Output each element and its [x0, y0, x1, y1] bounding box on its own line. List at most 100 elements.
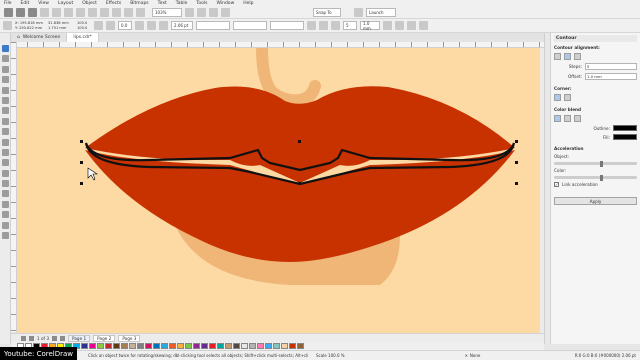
- palette-swatch[interactable]: [289, 343, 296, 349]
- x-position-field[interactable]: X: 195.818 mm: [15, 21, 45, 25]
- freehand-tool-icon[interactable]: [1, 86, 9, 94]
- artistic-media-tool-icon[interactable]: [1, 96, 9, 104]
- rectangle-tool-icon[interactable]: [1, 107, 9, 115]
- copy-contour-icon[interactable]: [407, 21, 416, 30]
- menu-item-bitmaps[interactable]: Bitmaps: [130, 1, 148, 6]
- contour-inside-icon[interactable]: [319, 21, 328, 30]
- contour-corners-icon[interactable]: [383, 21, 392, 30]
- fill-icon[interactable]: [1, 232, 9, 240]
- first-page-icon[interactable]: [21, 335, 26, 341]
- polygon-tool-icon[interactable]: [1, 128, 9, 136]
- drawing-canvas[interactable]: [17, 48, 540, 333]
- zoom-level-select[interactable]: 103%: [152, 8, 182, 17]
- save-icon[interactable]: [28, 8, 37, 17]
- palette-swatch[interactable]: [201, 343, 208, 349]
- mirror-horizontal-icon[interactable]: [135, 21, 144, 30]
- palette-swatch[interactable]: [177, 343, 184, 349]
- link-acceleration-checkbox[interactable]: ✓: [554, 182, 559, 187]
- inside-contour-icon[interactable]: [564, 53, 571, 60]
- line-start-select[interactable]: [196, 21, 230, 30]
- palette-swatch[interactable]: [105, 343, 112, 349]
- open-icon[interactable]: [16, 8, 25, 17]
- to-center-icon[interactable]: [554, 53, 561, 60]
- text-tool-icon[interactable]: [1, 138, 9, 146]
- tab-document[interactable]: lips.cdr*: [67, 33, 99, 42]
- menu-item-tools[interactable]: Tools: [196, 1, 207, 6]
- palette-swatch[interactable]: [137, 343, 144, 349]
- menu-item-text[interactable]: Text: [158, 1, 167, 6]
- clear-contour-icon[interactable]: [419, 21, 428, 30]
- palette-swatch[interactable]: [169, 343, 176, 349]
- outline-width-field[interactable]: 2.06 pt: [171, 21, 193, 30]
- lock-ratio-icon[interactable]: [94, 21, 103, 30]
- fill-color-picker[interactable]: [613, 134, 637, 140]
- publish-pdf-icon[interactable]: [136, 8, 145, 17]
- mitered-corner-icon[interactable]: [554, 94, 561, 101]
- page-tab-1[interactable]: Page 1: [68, 334, 91, 342]
- palette-swatch[interactable]: [97, 343, 104, 349]
- rotation-angle-field[interactable]: 0.0: [118, 21, 132, 30]
- palette-swatch[interactable]: [233, 343, 240, 349]
- next-page-icon[interactable]: [52, 335, 58, 341]
- full-screen-icon[interactable]: [185, 8, 194, 17]
- launch-select[interactable]: Launch: [366, 8, 396, 17]
- menu-item-window[interactable]: Window: [217, 1, 235, 6]
- guidelines-icon[interactable]: [221, 8, 230, 17]
- object-acceleration-knob[interactable]: [599, 160, 603, 167]
- shape-tool-icon[interactable]: [1, 55, 9, 63]
- counterclockwise-blend-icon[interactable]: [574, 115, 581, 122]
- last-page-icon[interactable]: [60, 335, 66, 341]
- page-tab-2[interactable]: Page 2: [93, 334, 116, 342]
- scale-height-field[interactable]: 100.0: [77, 26, 91, 30]
- palette-swatch[interactable]: [257, 343, 264, 349]
- contour-offset-field[interactable]: 1.0 mm: [360, 21, 380, 31]
- tab-welcome-screen[interactable]: ⌂ Welcome Screen: [11, 33, 68, 42]
- height-field[interactable]: 1.751 mm: [48, 26, 74, 30]
- menu-item-help[interactable]: Help: [243, 1, 253, 6]
- nose-curve-shape[interactable]: [256, 48, 321, 107]
- menu-item-view[interactable]: View: [38, 1, 49, 6]
- menu-item-table[interactable]: Table: [176, 1, 188, 6]
- outline-color-picker[interactable]: [613, 125, 637, 131]
- menu-item-file[interactable]: File: [4, 1, 12, 6]
- menu-item-edit[interactable]: Edit: [21, 1, 30, 6]
- rulers-icon[interactable]: [197, 8, 206, 17]
- color-eyedropper-tool-icon[interactable]: [1, 190, 9, 198]
- palette-swatch[interactable]: [121, 343, 128, 349]
- y-position-field[interactable]: Y: 250.822 mm: [15, 26, 45, 30]
- palette-swatch[interactable]: [265, 343, 272, 349]
- color-acceleration-slider[interactable]: [554, 174, 637, 181]
- palette-swatch[interactable]: [209, 343, 216, 349]
- line-style-select[interactable]: [233, 21, 267, 30]
- export-icon[interactable]: [124, 8, 133, 17]
- connector-tool-icon[interactable]: [1, 159, 9, 167]
- palette-swatch[interactable]: [281, 343, 288, 349]
- close-curve-icon[interactable]: [159, 21, 168, 30]
- palette-swatch[interactable]: [273, 343, 280, 349]
- palette-swatch[interactable]: [81, 343, 88, 349]
- palette-swatch[interactable]: [185, 343, 192, 349]
- palette-swatch[interactable]: [225, 343, 232, 349]
- object-acceleration-slider[interactable]: [554, 160, 637, 167]
- import-icon[interactable]: [112, 8, 121, 17]
- drop-shadow-tool-icon[interactable]: [1, 169, 9, 177]
- crop-tool-icon[interactable]: [1, 65, 9, 73]
- palette-swatch[interactable]: [89, 343, 96, 349]
- clockwise-blend-icon[interactable]: [564, 115, 571, 122]
- offset-input[interactable]: 1.0 mm: [585, 73, 637, 80]
- page-tab-3[interactable]: Page 3: [118, 334, 141, 342]
- grid-icon[interactable]: [209, 8, 218, 17]
- color-acceleration-knob[interactable]: [599, 174, 603, 181]
- palette-swatch[interactable]: [249, 343, 256, 349]
- new-document-icon[interactable]: [4, 8, 13, 17]
- menu-item-layout[interactable]: Layout: [58, 1, 73, 6]
- parallel-dimension-tool-icon[interactable]: [1, 148, 9, 156]
- line-end-select[interactable]: [270, 21, 304, 30]
- palette-swatch[interactable]: [297, 343, 304, 349]
- interactive-fill-tool-icon[interactable]: [1, 200, 9, 208]
- cut-icon[interactable]: [40, 8, 49, 17]
- options-gear-icon[interactable]: [354, 8, 363, 17]
- menu-item-effects[interactable]: Effects: [106, 1, 121, 6]
- pick-tool-icon[interactable]: [1, 45, 9, 52]
- outline-pen-icon[interactable]: [1, 221, 9, 229]
